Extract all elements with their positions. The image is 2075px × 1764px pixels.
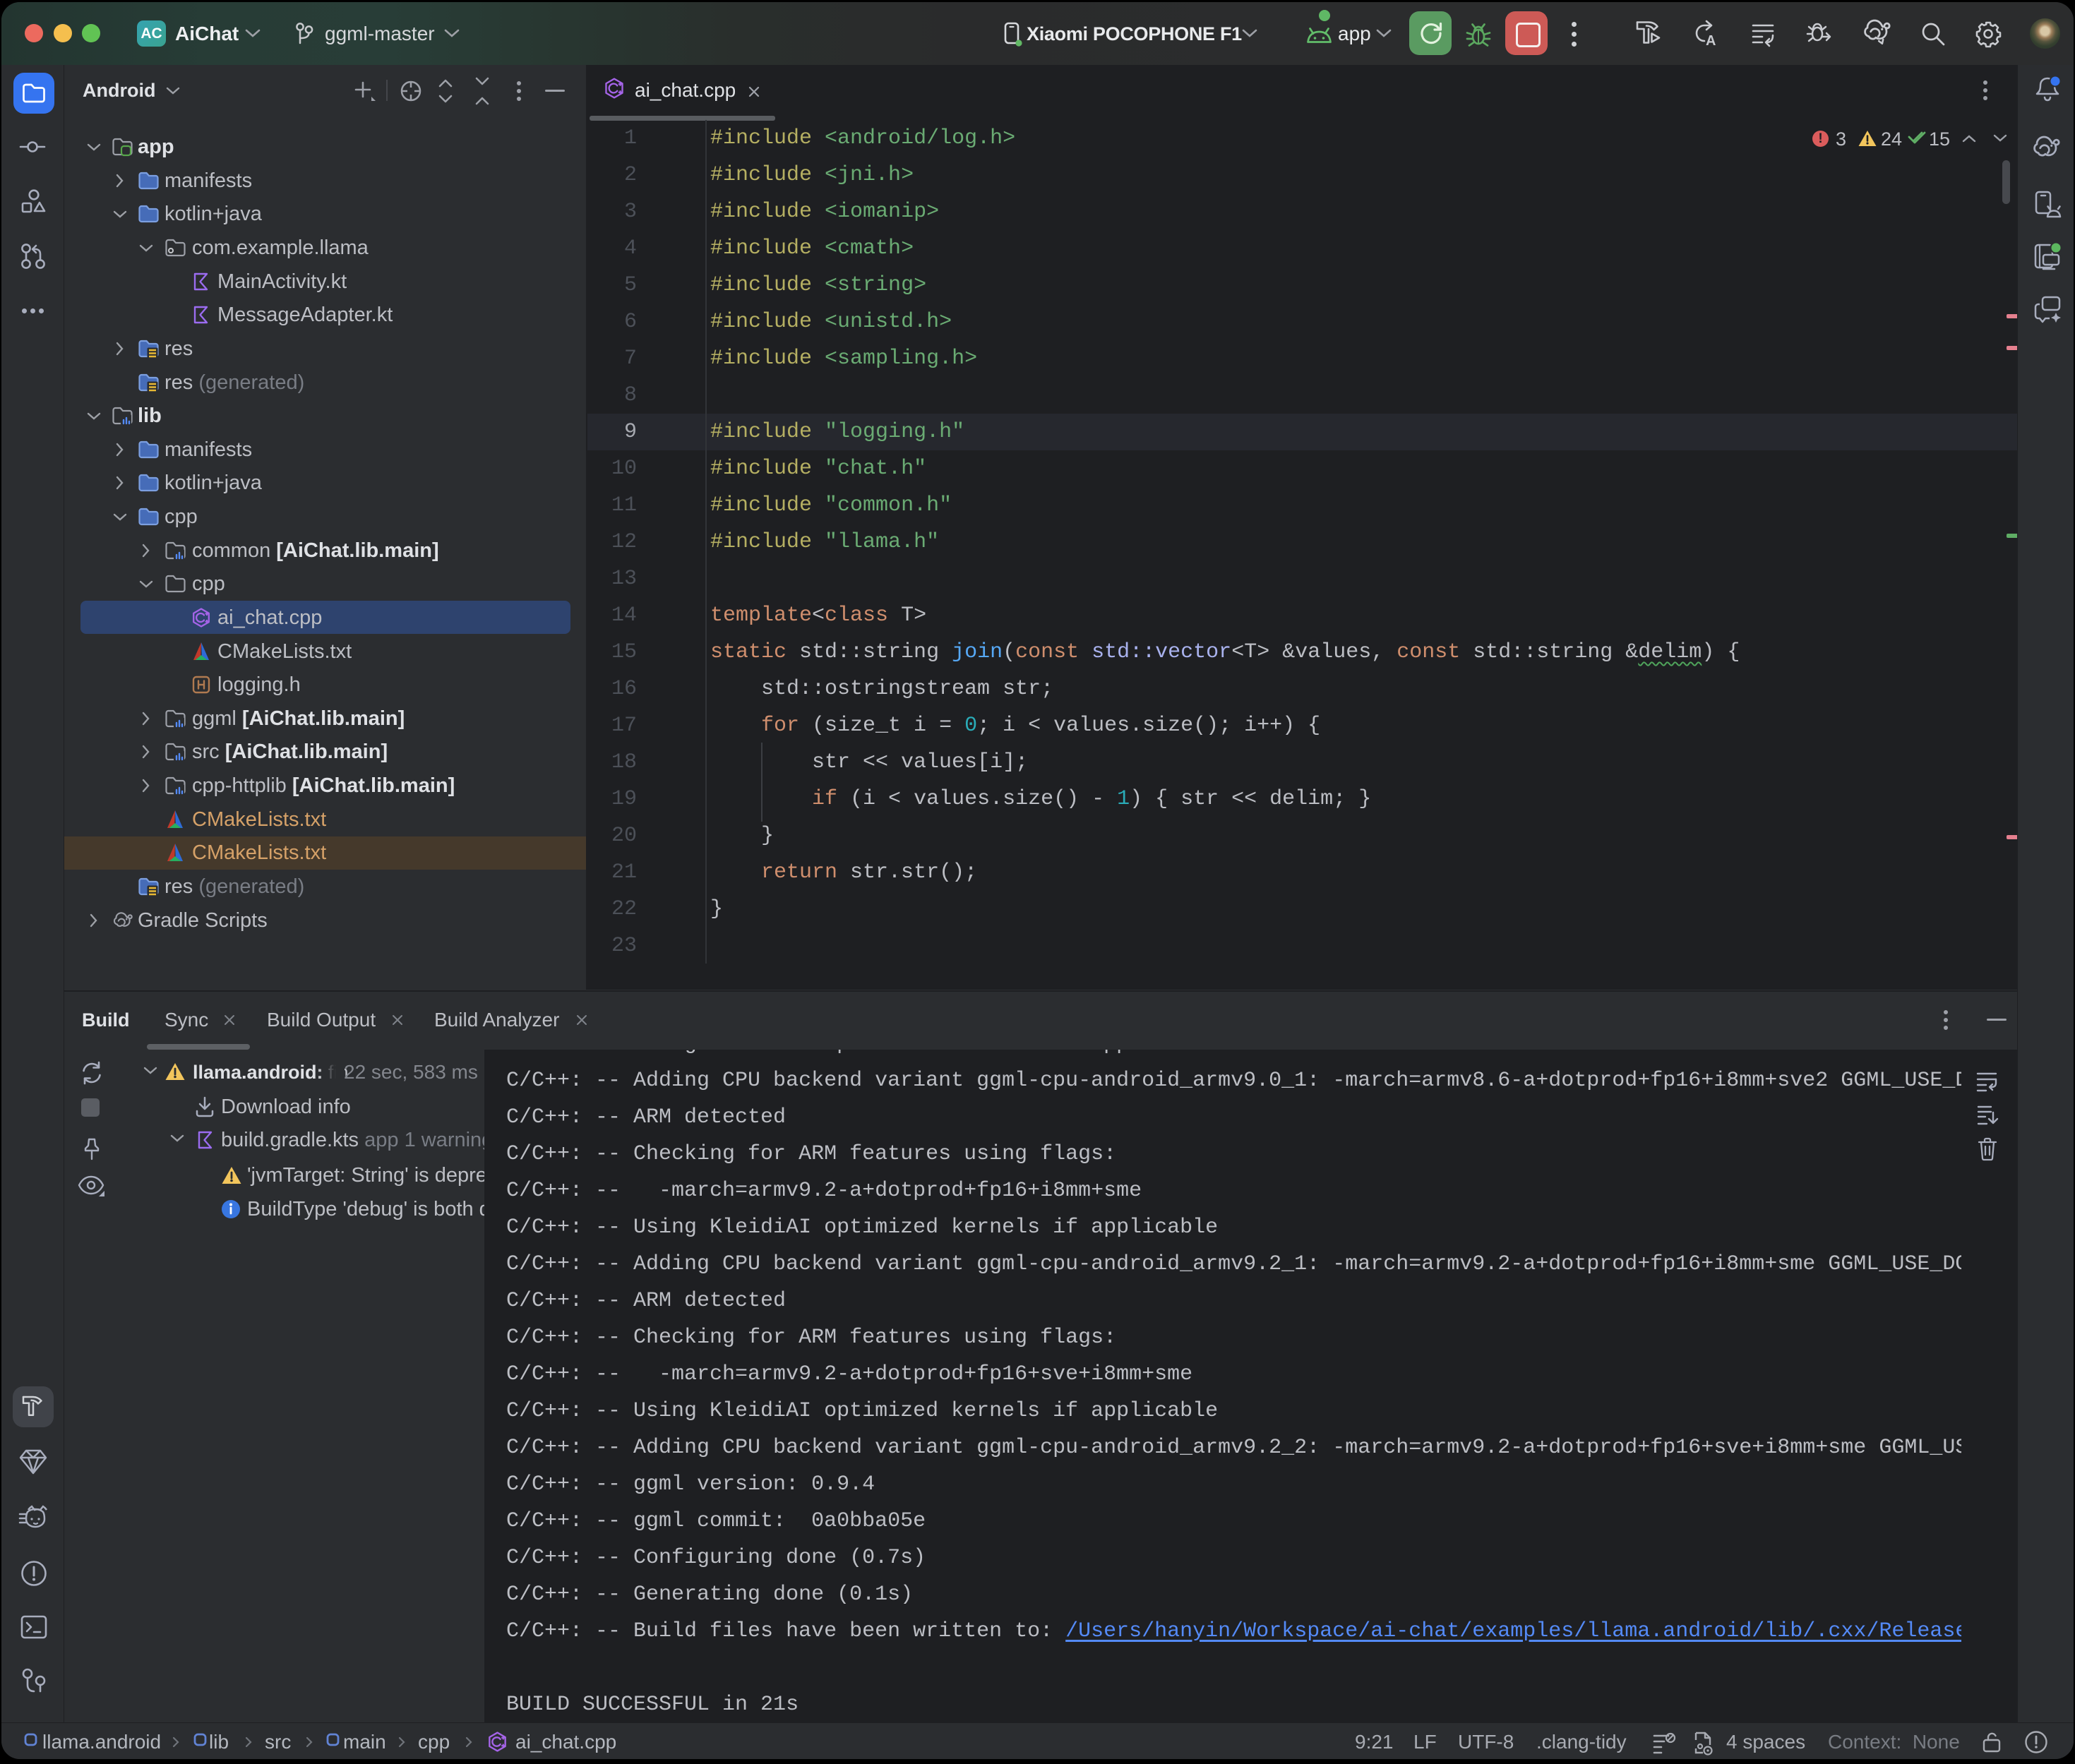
svg-text:A: A [1706, 33, 1716, 48]
